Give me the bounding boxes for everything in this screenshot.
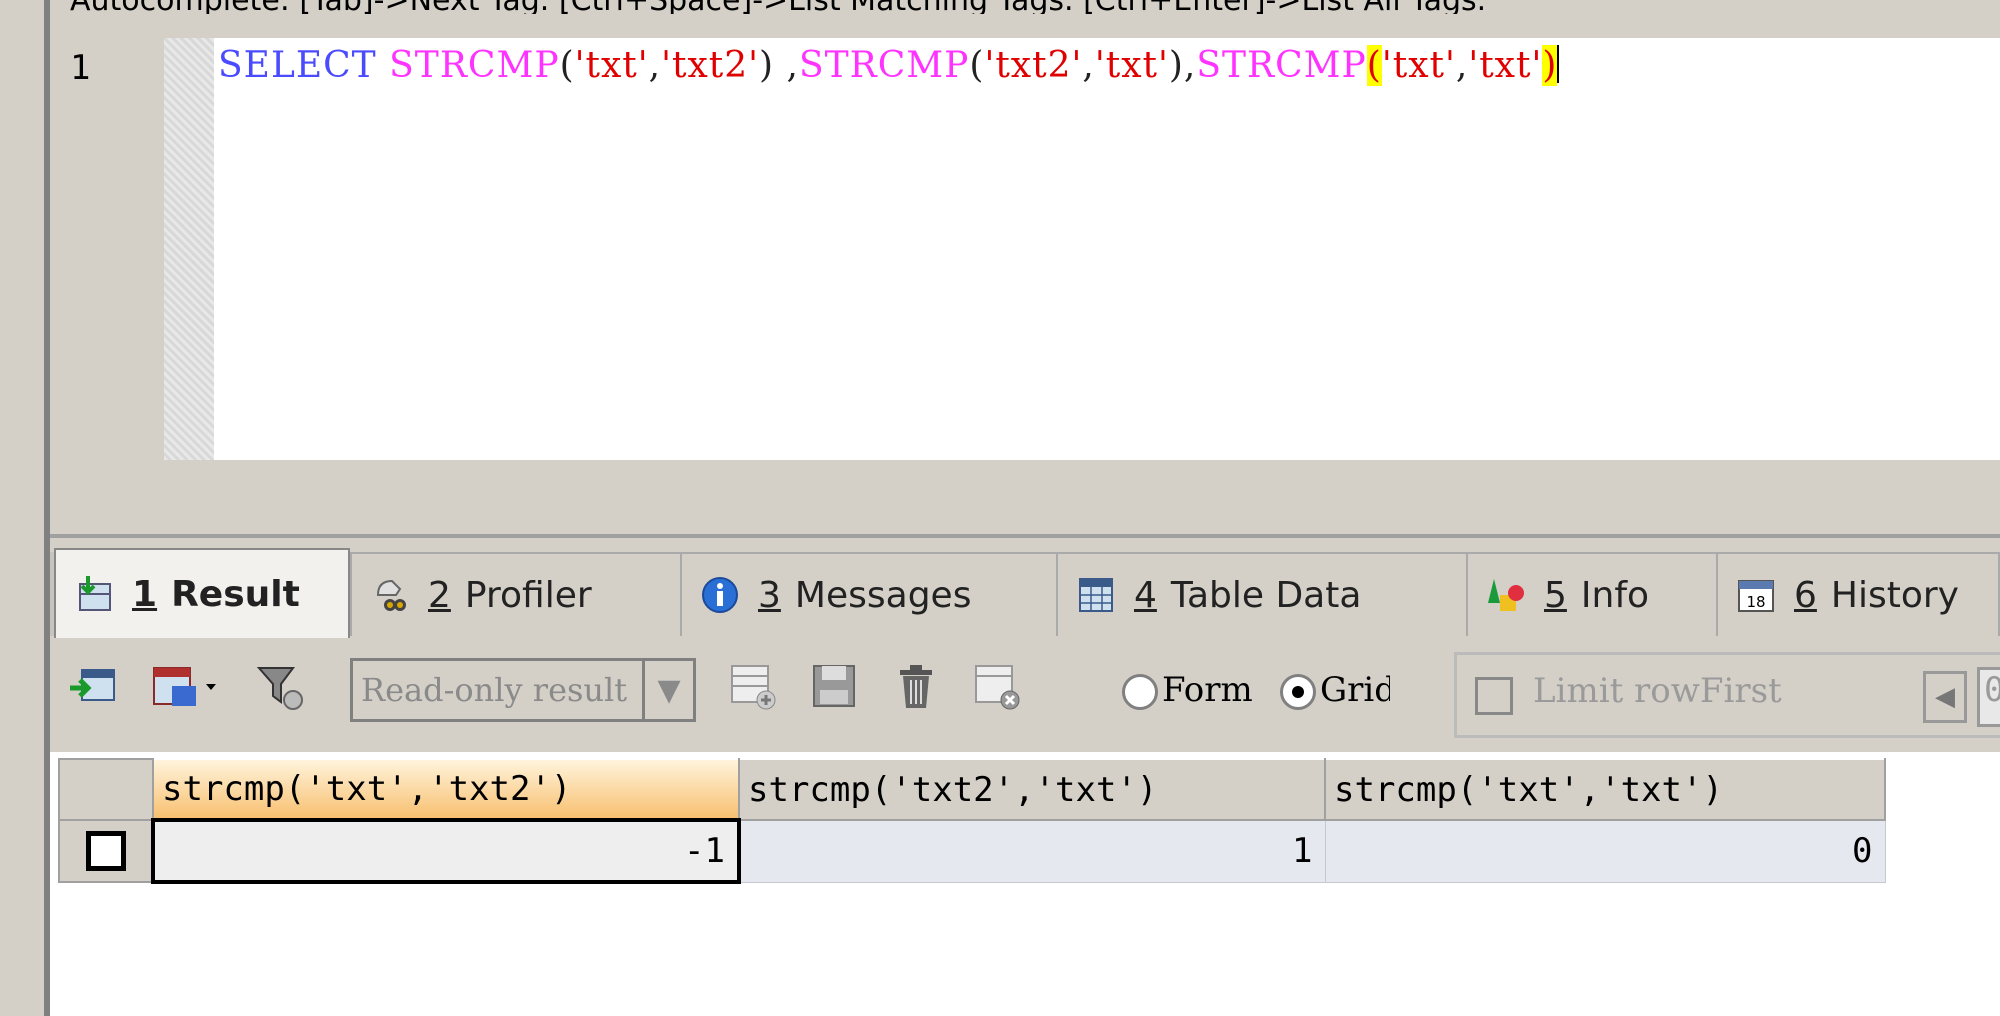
pane-splitter[interactable] [50, 534, 2000, 538]
column-header[interactable]: strcmp('txt2','txt') [738, 758, 1326, 821]
string-literal: 'txt' [1381, 45, 1456, 86]
info-circle-icon [702, 577, 738, 613]
tab-history[interactable]: 18 6 History [1716, 552, 2000, 636]
grid-cell[interactable]: 1 [738, 819, 1326, 883]
limit-rows-label: Limit rowFirst [1533, 671, 1782, 711]
tab-label: Messages [794, 574, 972, 616]
tab-label: Table Data [1170, 574, 1362, 616]
cancel-changes-icon[interactable] [972, 662, 1022, 712]
calendar-day: 18 [1746, 593, 1765, 611]
save-icon[interactable] [810, 662, 860, 712]
readonly-result-select[interactable]: Read-only result ▼ [350, 658, 696, 722]
shapes-icon [1488, 579, 1524, 611]
form-view-radio[interactable] [1122, 674, 1158, 710]
function-strcmp: STRCMP [798, 45, 970, 86]
limit-rows-checkbox[interactable] [1475, 677, 1513, 715]
string-literal: 'txt' [574, 45, 649, 86]
tab-result[interactable]: 1 Result [54, 548, 350, 638]
string-literal: 'txt' [1468, 45, 1543, 86]
export-icon[interactable] [68, 662, 118, 712]
string-literal: 'txt' [1094, 45, 1169, 86]
profiler-icon [376, 579, 406, 611]
result-grid-area: strcmp('txt','txt2') strcmp('txt2','txt'… [50, 752, 2000, 1016]
grid-cell[interactable]: 0 [1324, 819, 1886, 883]
comma: , [648, 45, 662, 86]
left-rail [0, 0, 28, 1016]
sql-editor[interactable]: 1 SELECT STRCMP('txt','txt2') ,STRCMP('t… [50, 36, 2000, 464]
tab-label: History [1830, 574, 1959, 616]
hint-bar: Autocomplete: [Tab]->Next Tag. [Ctrl+Spa… [50, 0, 2000, 14]
table-row[interactable]: -1 1 0 [58, 818, 1886, 884]
tab-label: Result [171, 573, 300, 615]
result-tab-bar: 1 Result 2 Profiler 3 Messages 4 Table D… [50, 548, 2000, 638]
tab-number: 5 [1544, 574, 1567, 616]
delete-icon[interactable] [892, 662, 942, 712]
code-line[interactable]: SELECT STRCMP('txt','txt2') ,STRCMP('txt… [218, 45, 1560, 86]
chevron-left-icon: ◀ [1935, 682, 1955, 712]
paren: ( [969, 45, 985, 86]
keyword-select: SELECT [218, 45, 377, 86]
autocomplete-hint: Autocomplete: [Tab]->Next Tag. [Ctrl+Spa… [70, 0, 1486, 14]
comma: , [1082, 45, 1095, 86]
tab-table-data[interactable]: 4 Table Data [1056, 552, 1470, 636]
bracket-match-open: ( [1366, 45, 1382, 86]
column-header[interactable]: strcmp('txt','txt2') [152, 758, 740, 821]
string-literal: 'txt2' [984, 45, 1083, 86]
tab-number: 4 [1134, 574, 1157, 616]
grid-view-radio[interactable] [1280, 674, 1316, 710]
limit-rows-group: Limit rowFirst ◀ 0 [1454, 652, 2000, 738]
comma: , [1455, 45, 1469, 86]
chevron-down-icon[interactable]: ▼ [642, 661, 693, 719]
function-strcmp: STRCMP [1196, 45, 1367, 86]
grid-header-row: strcmp('txt','txt2') strcmp('txt2','txt'… [58, 758, 1886, 821]
grid-view-label: Grid [1320, 670, 1390, 710]
fold-gutter [164, 38, 214, 460]
calendar-icon: 18 [1738, 580, 1774, 612]
line-number: 1 [70, 48, 91, 88]
grid-corner[interactable] [58, 758, 154, 821]
table-icon [1079, 578, 1113, 612]
tab-profiler[interactable]: 2 Profiler [350, 552, 730, 636]
code-area[interactable]: SELECT STRCMP('txt','txt2') ,STRCMP('txt… [214, 38, 2000, 460]
paren: ( [559, 45, 575, 86]
readonly-select-value: Read-only result [361, 671, 628, 709]
first-row-input[interactable]: 0 [1977, 667, 2000, 727]
column-header[interactable]: strcmp('txt','txt') [1324, 758, 1886, 821]
insert-row-icon[interactable] [728, 662, 778, 712]
row-checkbox[interactable] [85, 831, 126, 871]
paren: ) , [759, 45, 799, 86]
table-layout-dropdown-icon[interactable] [150, 662, 220, 712]
string-literal: 'txt2' [661, 45, 760, 86]
text-caret [1557, 45, 1560, 83]
tab-number: 1 [132, 573, 158, 615]
form-view-label: Form [1162, 670, 1253, 710]
function-strcmp: STRCMP [389, 45, 560, 86]
result-grid: strcmp('txt','txt2') strcmp('txt2','txt'… [58, 758, 1886, 884]
paren: ), [1168, 45, 1197, 86]
result-toolbar: Read-only result ▼ Form Grid Limit rowFi… [50, 640, 2000, 748]
tab-info[interactable]: 5 Info [1466, 552, 1720, 636]
tab-label: Profiler [464, 574, 592, 616]
tab-messages[interactable]: 3 Messages [680, 552, 1060, 636]
tab-number: 3 [758, 574, 781, 616]
row-selector[interactable] [58, 819, 154, 883]
tab-label: Info [1580, 574, 1650, 616]
previous-page-button[interactable]: ◀ [1923, 671, 1967, 723]
bracket-match-close: ) [1542, 45, 1558, 86]
filter-icon[interactable] [255, 662, 305, 712]
tab-number: 6 [1794, 574, 1817, 616]
result-icon [79, 576, 111, 611]
grid-cell[interactable]: -1 [151, 818, 741, 884]
tab-number: 2 [428, 574, 451, 616]
